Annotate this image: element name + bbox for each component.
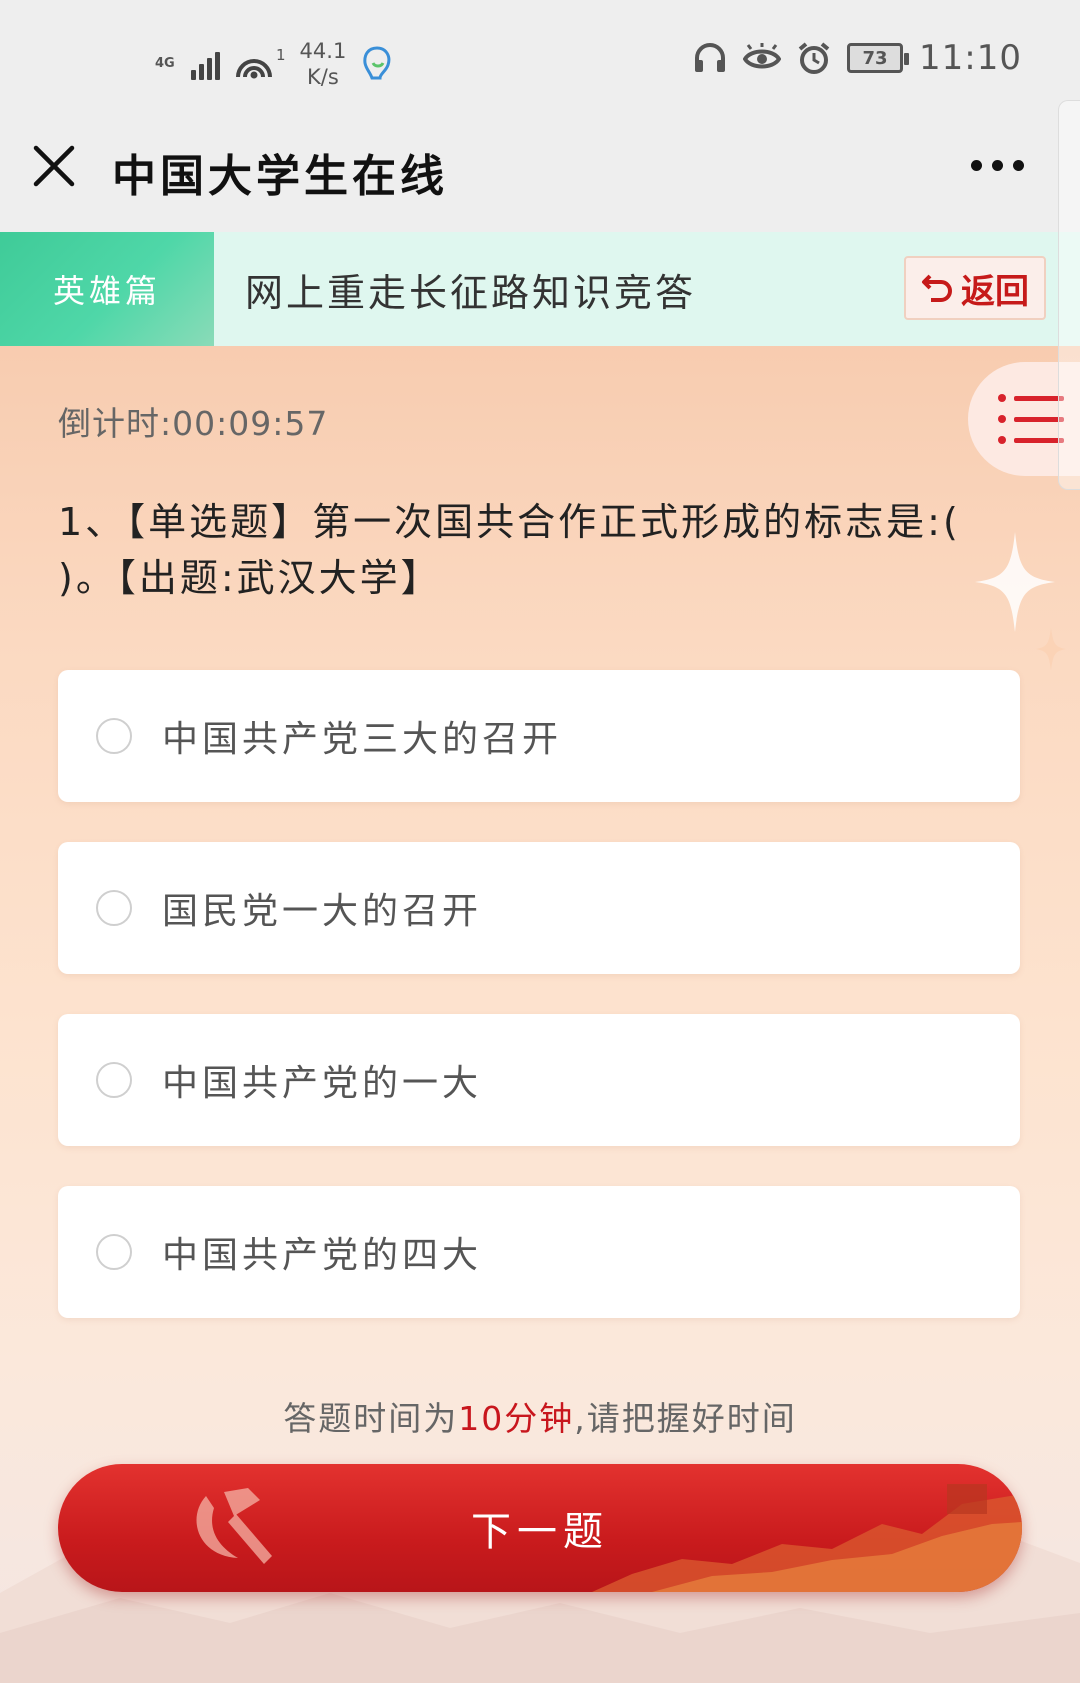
network-type: 4G (155, 56, 175, 71)
radio-button[interactable] (96, 718, 132, 754)
great-wall-decoration (592, 1484, 1022, 1592)
status-left: 4G 1 44.1 K/s (155, 38, 394, 90)
battery-level: 73 (862, 47, 888, 69)
option-text: 国民党一大的召开 (162, 891, 483, 932)
option-b[interactable]: 国民党一大的召开 (58, 842, 1020, 974)
radio-button[interactable] (96, 1234, 132, 1270)
alarm-icon (798, 42, 830, 74)
question-text: 1、【单选题】第一次国共合作正式形成的标志是:( )。【出题:武汉大学】 (58, 500, 961, 600)
category-tag: 英雄篇 (0, 232, 214, 346)
option-d[interactable]: 中国共产党的四大 (58, 1186, 1020, 1318)
speed-value: 44.1 (299, 39, 347, 63)
option-text: 中国共产党的一大 (162, 1063, 483, 1104)
close-icon[interactable] (30, 142, 78, 190)
back-label: 返回 (961, 271, 1029, 312)
radio-button[interactable] (96, 890, 132, 926)
hint-prefix: 答题时间为 (283, 1399, 459, 1438)
sparkle-small-icon (1036, 627, 1066, 671)
option-c[interactable]: 中国共产党的一大 (58, 1014, 1020, 1146)
floating-panel-edge[interactable] (1058, 100, 1080, 490)
back-button[interactable]: 返回 (904, 256, 1046, 320)
option-a[interactable]: 中国共产党三大的召开 (58, 670, 1020, 802)
eye-comfort-icon (743, 43, 782, 69)
hotspot-icon (236, 59, 272, 79)
countdown-timer: 倒计时:00:09:57 (58, 397, 328, 445)
headphones-icon (695, 43, 726, 72)
network-speed: 44.1 K/s (300, 38, 347, 90)
status-right: 73 11:10 (693, 38, 1022, 78)
status-bar: 4G 1 44.1 K/s 73 11:10 (0, 0, 1080, 120)
next-question-button[interactable]: 下一题 (58, 1464, 1022, 1592)
clock: 11:10 (919, 38, 1022, 78)
assistant-icon (363, 46, 391, 80)
quiz-title: 网上重走长征路知识竞答 (245, 271, 697, 315)
radio-button[interactable] (96, 1062, 132, 1098)
hint-duration: 10分钟 (458, 1399, 575, 1438)
option-text: 中国共产党三大的召开 (162, 719, 563, 760)
next-label: 下一题 (471, 1509, 609, 1555)
app-bar: 中国大学生在线 (0, 120, 1080, 232)
return-arrow-icon (922, 274, 952, 302)
battery-icon: 73 (847, 43, 910, 73)
timer-label: 倒计时: (58, 404, 173, 443)
time-hint: 答题时间为10分钟,请把握好时间 (0, 1392, 1080, 1440)
app-title: 中国大学生在线 (112, 151, 448, 202)
more-options-icon[interactable] (971, 160, 1024, 171)
option-text: 中国共产党的四大 (162, 1235, 483, 1276)
timer-value: 00:09:57 (172, 404, 329, 443)
quiz-page: 英雄篇 网上重走长征路知识竞答 返回 倒计时:00:09:57 1、【单选题】第… (0, 232, 1080, 1683)
signal-icon (191, 48, 220, 80)
quiz-banner: 英雄篇 网上重走长征路知识竞答 返回 (0, 232, 1080, 346)
party-emblem-icon (196, 1488, 272, 1564)
hint-suffix: ,请把握好时间 (574, 1399, 797, 1438)
hotspot-count: 1 (276, 46, 286, 64)
speed-unit: K/s (307, 65, 339, 89)
